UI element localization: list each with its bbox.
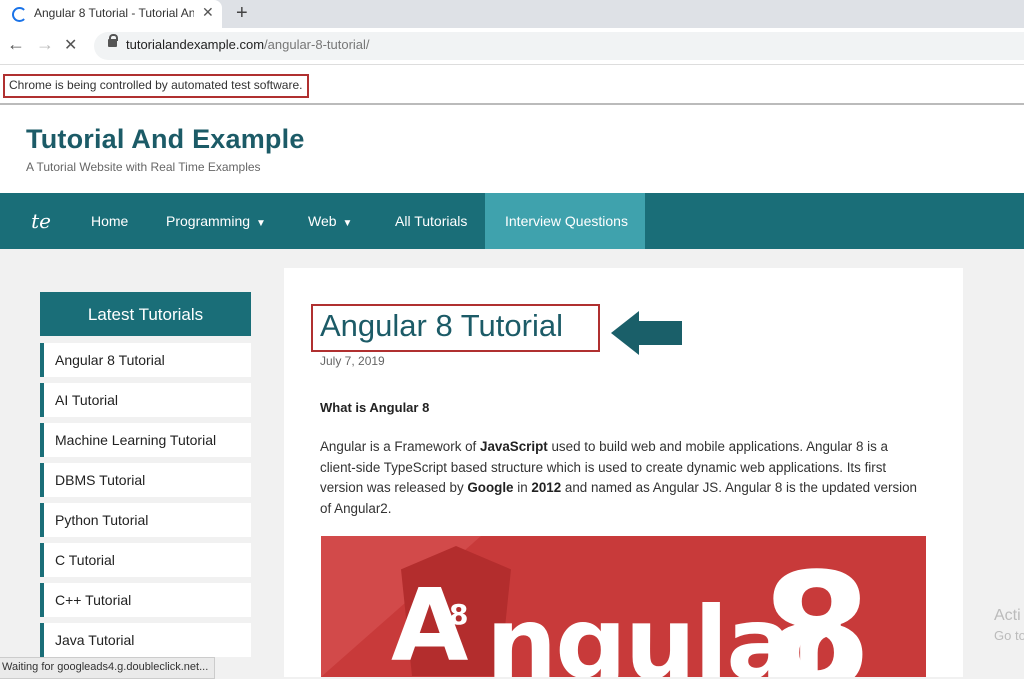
sidebar-item-java[interactable]: Java Tutorial (40, 623, 251, 657)
site-tagline: A Tutorial Website with Real Time Exampl… (26, 160, 261, 174)
back-arrow-icon[interactable]: ← (7, 34, 25, 55)
banner-number: 8 (761, 538, 873, 678)
body-bold: 2012 (531, 480, 562, 495)
nav-item-home[interactable]: Home (71, 193, 148, 249)
pointer-arrow-icon (611, 311, 639, 355)
status-bar: Waiting for googleads4.g.doubleclick.net… (0, 657, 216, 679)
sidebar-heading: Latest Tutorials (40, 292, 251, 336)
nav-item-all-tutorials[interactable]: All Tutorials (375, 193, 487, 249)
url-host: tutorialandexample.com (126, 37, 265, 52)
sidebar-item-c[interactable]: C Tutorial (40, 543, 251, 577)
pointer-arrow-shaft (638, 321, 682, 345)
body-text: Angular is a Framework of (320, 439, 481, 454)
chevron-down-icon: ▼ (256, 218, 266, 229)
sidebar-item-python[interactable]: Python Tutorial (40, 503, 251, 537)
nav-label: All Tutorials (395, 213, 468, 229)
chevron-down-icon: ▼ (342, 218, 353, 229)
tab-title: Angular 8 Tutorial - Tutorial And (34, 6, 194, 20)
stop-loading-icon[interactable]: ✕ (64, 35, 77, 55)
post-date: July 7, 2019 (320, 354, 385, 368)
automation-message: Chrome is being controlled by automated … (3, 74, 310, 98)
post-paragraph: Angular is a Framework of JavaScript use… (320, 437, 920, 519)
sidebar-item-machine-learning[interactable]: Machine Learning Tutorial (40, 423, 251, 457)
forward-arrow-icon[interactable]: → (36, 34, 54, 55)
nav-label: Interview Questions (505, 213, 628, 229)
nav-item-web[interactable]: Web ▼ (288, 193, 372, 249)
sidebar-item-angular-8[interactable]: Angular 8 Tutorial (40, 343, 251, 377)
url-text[interactable]: tutorialandexample.com/angular-8-tutoria… (126, 37, 370, 52)
banner-superscript: 8 (449, 598, 469, 631)
body-bold: Google (467, 480, 514, 495)
activation-watermark-sub: Go to (994, 628, 1024, 643)
sidebar-item-cpp[interactable]: C++ Tutorial (40, 583, 251, 617)
nav-label: Web (308, 213, 337, 229)
body-bold: JavaScript (480, 439, 548, 454)
nav-item-programming[interactable]: Programming ▼ (146, 193, 286, 249)
nav-label: Programming (166, 213, 251, 229)
lock-icon[interactable] (108, 39, 117, 47)
angular-banner-image: A 8 ngular 8 (321, 536, 926, 677)
new-tab-button[interactable]: + (236, 2, 248, 25)
site-title[interactable]: Tutorial And Example (26, 124, 305, 155)
sidebar-item-ai[interactable]: AI Tutorial (40, 383, 251, 417)
site-logo[interactable]: te (22, 204, 60, 238)
body-text: in (513, 480, 532, 495)
nav-label: Home (91, 213, 129, 229)
url-path: /angular-8-tutorial/ (264, 37, 370, 52)
nav-item-interview-questions[interactable]: Interview Questions (485, 193, 645, 249)
tab-close-icon[interactable]: ✕ (202, 4, 214, 21)
section-heading: What is Angular 8 (320, 400, 430, 415)
loading-spinner-icon (12, 7, 27, 22)
post-title: Angular 8 Tutorial (320, 308, 563, 343)
activation-watermark: Acti (994, 607, 1021, 624)
sidebar-item-dbms[interactable]: DBMS Tutorial (40, 463, 251, 497)
